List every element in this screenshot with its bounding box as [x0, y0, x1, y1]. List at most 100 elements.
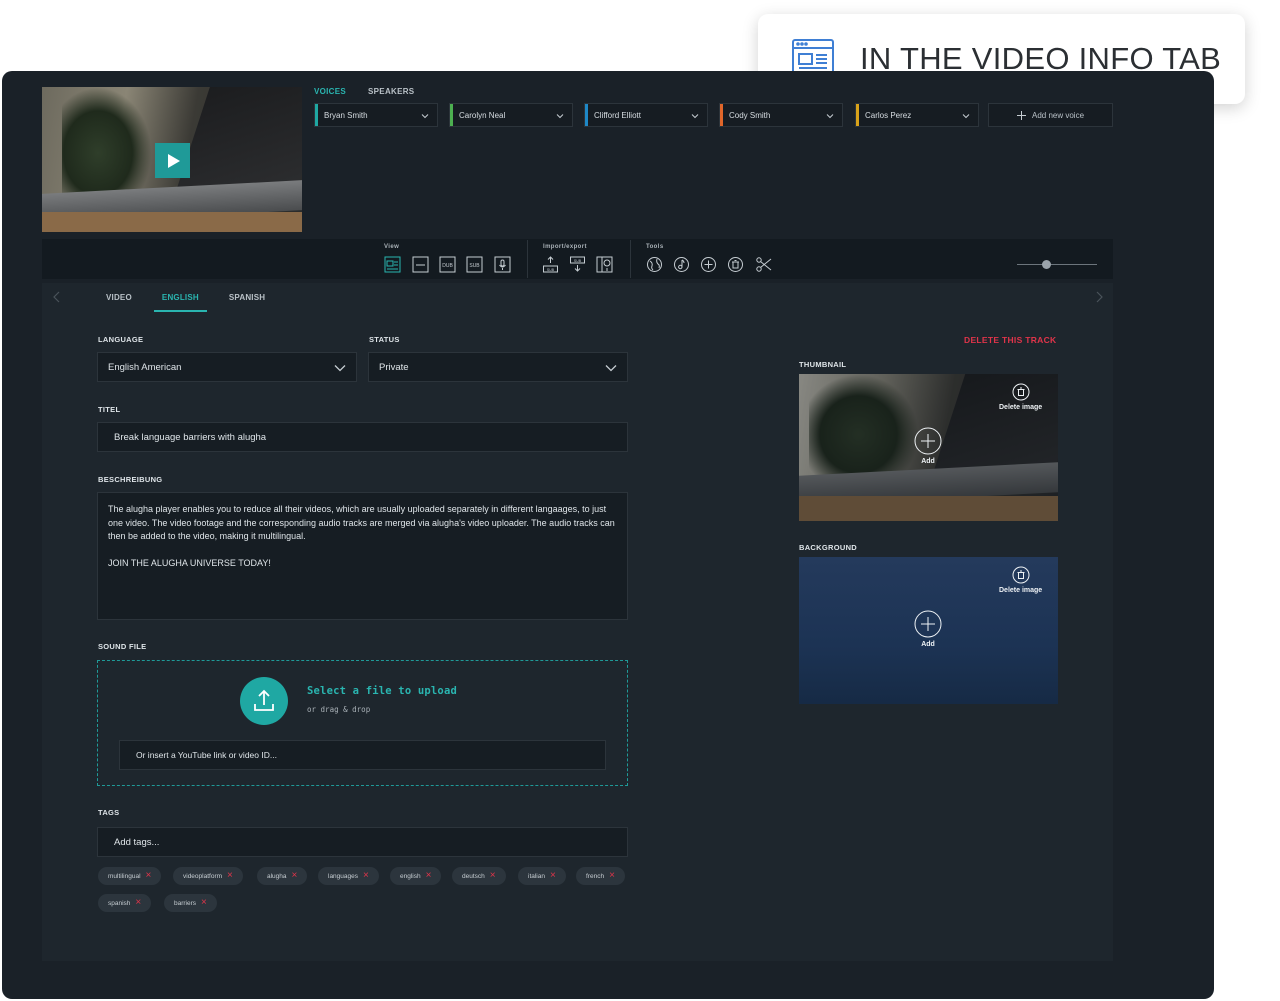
svg-text:SUB: SUB [574, 259, 582, 263]
tab-video[interactable]: VIDEO [98, 288, 140, 312]
youtube-link-input[interactable]: Or insert a YouTube link or video ID... [119, 740, 606, 770]
tag-label: barriers [174, 899, 197, 907]
tag-chip[interactable]: videoplatform × [173, 867, 243, 885]
background-label: BACKGROUND [799, 543, 857, 552]
remove-tag-icon[interactable]: × [201, 898, 207, 908]
thumbnail-label: THUMBNAIL [799, 360, 847, 369]
tag-chip[interactable]: alugha × [257, 867, 308, 885]
translate-globe-icon[interactable] [646, 256, 663, 273]
thumbnail-delete-image-button[interactable]: Delete image [999, 383, 1042, 411]
sound-file-label: SOUND FILE [98, 642, 147, 651]
tag-label: multilingual [108, 872, 141, 880]
remove-tag-icon[interactable]: × [426, 871, 432, 881]
language-select[interactable]: English American [97, 352, 357, 382]
svg-text:SUB: SUB [547, 268, 555, 272]
background-add-button[interactable]: Add [914, 610, 942, 648]
description-paragraph: The alugha player enables you to reduce … [108, 504, 615, 541]
voice-select-clifford-elliott[interactable]: Clifford Elliott [584, 103, 708, 127]
description-paragraph: JOIN THE ALUGHA UNIVERSE TODAY! [108, 558, 271, 568]
voice-name: Bryan Smith [324, 110, 368, 120]
thumbnail-add-button[interactable]: Add [914, 427, 942, 465]
remove-tag-icon[interactable]: × [227, 871, 233, 881]
plus-circle-icon [914, 427, 942, 455]
remove-tag-icon[interactable]: × [363, 871, 369, 881]
tab-spanish[interactable]: SPANISH [221, 288, 273, 312]
tag-chip[interactable]: languages × [318, 867, 379, 885]
tag-chip[interactable]: spanish × [98, 894, 152, 912]
remove-tag-icon[interactable]: × [550, 871, 556, 881]
upload-subtitle: or drag & drop [307, 705, 371, 714]
tag-chip[interactable]: deutsch × [452, 867, 506, 885]
voice-name: Carlos Perez [865, 110, 912, 120]
remove-tag-icon[interactable]: × [135, 898, 141, 908]
delete-image-label: Delete image [999, 587, 1043, 594]
upload-title[interactable]: Select a file to upload [307, 685, 457, 697]
plus-circle-icon [914, 610, 942, 638]
audio-note-icon[interactable] [673, 256, 690, 273]
tag-label: languages [328, 872, 358, 880]
description-label: BESCHREIBUNG [98, 475, 163, 484]
export-video-icon[interactable] [596, 256, 613, 273]
dub-icon[interactable]: DUB [439, 256, 456, 273]
description-textarea[interactable]: The alugha player enables you to reduce … [97, 492, 628, 620]
tag-chip[interactable]: barriers × [164, 894, 217, 912]
tag-chip[interactable]: french × [576, 867, 625, 885]
tags-input[interactable]: Add tags... [97, 827, 628, 857]
remove-tag-icon[interactable]: × [490, 871, 496, 881]
tag-chip[interactable]: english × [390, 867, 442, 885]
timeline-icon[interactable] [412, 256, 429, 273]
zoom-slider-handle[interactable] [1042, 260, 1051, 269]
tag-label: deutsch [462, 872, 485, 880]
status-select[interactable]: Private [368, 352, 628, 382]
voice-name: Cody Smith [729, 110, 771, 120]
voices-tabs: VOICES SPEAKERS [314, 87, 414, 96]
video-info-icon[interactable] [384, 256, 401, 273]
remove-tag-icon[interactable]: × [146, 871, 152, 881]
tag-chip[interactable]: multilingual × [98, 867, 162, 885]
chevron-down-icon [962, 114, 970, 119]
voice-name: Clifford Elliott [594, 110, 641, 120]
tab-voices[interactable]: VOICES [314, 87, 346, 96]
tag-label: italian [528, 872, 545, 880]
svg-text:SUB: SUB [469, 263, 480, 269]
background-delete-image-button[interactable]: Delete image [999, 566, 1042, 594]
voice-select-cody-smith[interactable]: Cody Smith [719, 103, 843, 127]
microphone-icon[interactable] [494, 256, 511, 273]
remove-tag-icon[interactable]: × [292, 871, 298, 881]
youtube-placeholder: Or insert a YouTube link or video ID... [136, 750, 277, 760]
chevron-left-icon[interactable] [50, 290, 64, 304]
add-circle-icon[interactable] [700, 256, 717, 273]
tab-english[interactable]: ENGLISH [153, 288, 207, 312]
chevron-down-icon [421, 114, 429, 119]
voice-select-carlos-perez[interactable]: Carlos Perez [855, 103, 979, 127]
tag-label: videoplatform [183, 872, 223, 880]
delete-track-button[interactable]: DELETE THIS TRACK [964, 335, 1056, 345]
add-label: Add [921, 641, 935, 648]
status-value: Private [379, 361, 409, 373]
tab-speakers[interactable]: SPEAKERS [368, 87, 414, 96]
title-input[interactable]: Break language barriers with alugha [97, 422, 628, 452]
voice-select-carolyn-neal[interactable]: Carolyn Neal [449, 103, 573, 127]
delete-circle-icon[interactable] [727, 256, 744, 273]
scissors-icon[interactable] [755, 256, 772, 273]
tag-chip[interactable]: italian × [518, 867, 566, 885]
chevron-right-icon[interactable] [1092, 290, 1106, 304]
export-sub-icon[interactable]: SUB [569, 256, 586, 273]
zoom-slider-track[interactable] [1017, 264, 1097, 265]
tag-label: spanish [108, 899, 131, 907]
chevron-down-icon [556, 114, 564, 119]
toolbar-view-label: View [384, 244, 400, 250]
toolbar-import-export-label: Import/export [543, 244, 587, 250]
play-button[interactable] [155, 143, 190, 178]
voice-select-bryan-smith[interactable]: Bryan Smith [314, 103, 438, 127]
add-label: Add [921, 458, 935, 465]
import-sub-icon[interactable]: SUB [542, 256, 559, 273]
upload-button[interactable] [240, 677, 288, 725]
sub-icon[interactable]: SUB [466, 256, 483, 273]
add-voice-button[interactable]: Add new voice [988, 103, 1113, 127]
tags-placeholder: Add tags... [114, 836, 160, 848]
upload-icon [254, 689, 274, 711]
remove-tag-icon[interactable]: × [609, 871, 615, 881]
add-voice-label: Add new voice [1031, 110, 1085, 120]
svg-text:DUB: DUB [442, 263, 453, 269]
